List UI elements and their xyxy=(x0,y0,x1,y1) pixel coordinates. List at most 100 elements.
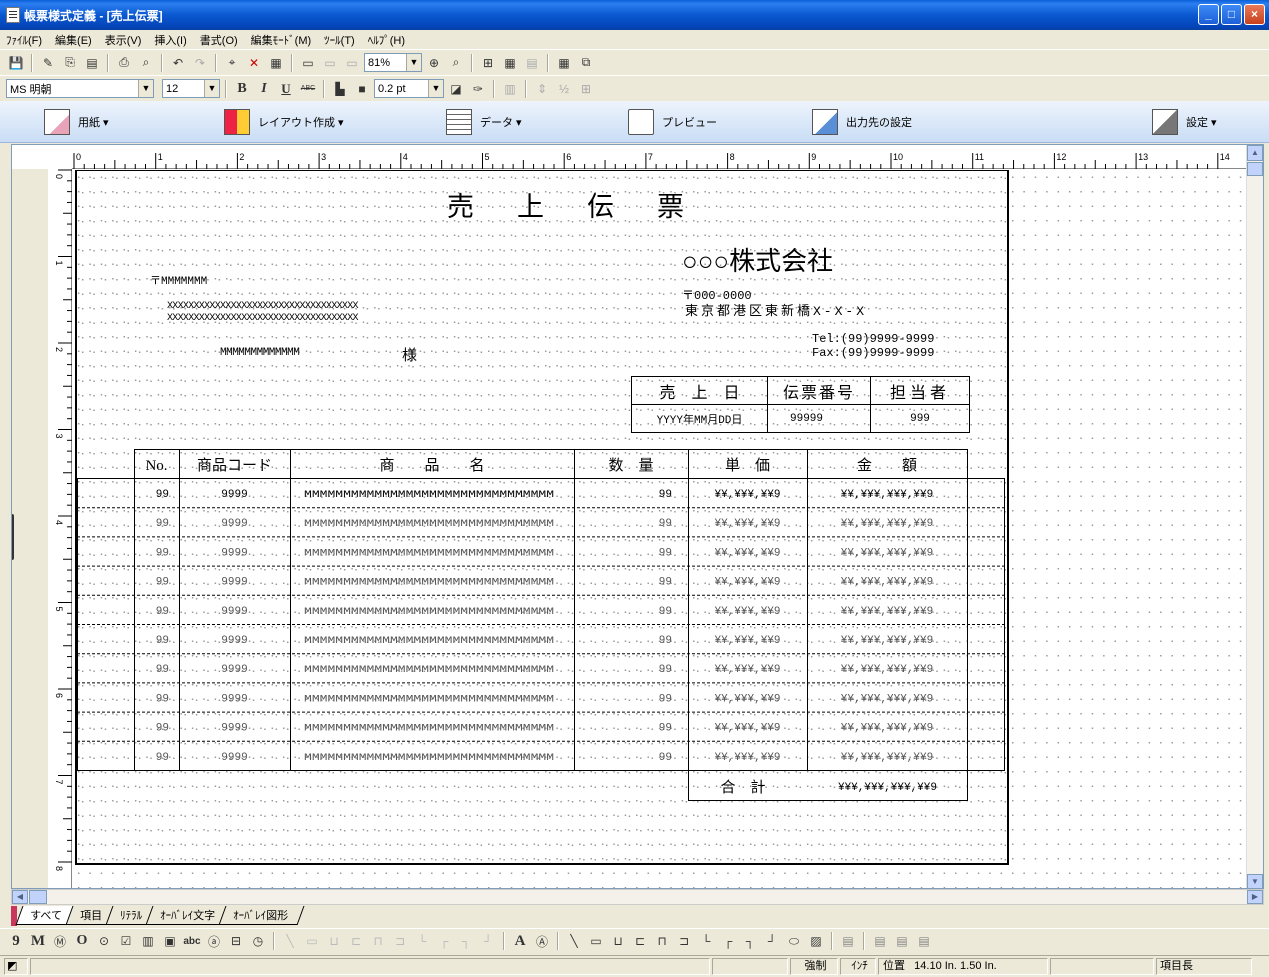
undo-icon[interactable]: ↶ xyxy=(168,53,188,73)
align-icon[interactable]: ▭ xyxy=(320,53,340,73)
company-name[interactable]: ○○○株式会社 xyxy=(682,241,833,278)
edit-icon[interactable]: ✎ xyxy=(38,53,58,73)
page-icon[interactable]: ▤ xyxy=(522,53,542,73)
bracket-left-icon[interactable]: ⊏ xyxy=(630,931,650,951)
print-icon[interactable]: ⎙ xyxy=(114,53,134,73)
menu-format[interactable]: 書式(O) xyxy=(200,32,238,48)
table-icon[interactable]: ▦ xyxy=(500,53,520,73)
ellipse-icon[interactable]: ⬭ xyxy=(784,931,804,951)
list-icon[interactable]: ▤ xyxy=(838,931,858,951)
company-tel[interactable]: Tel:(99)9999-9999 xyxy=(812,332,934,346)
align2-icon[interactable]: ▭ xyxy=(342,53,362,73)
menu-help[interactable]: ﾍﾙﾌﾟ(H) xyxy=(368,32,405,48)
italic-button[interactable]: I xyxy=(254,79,274,99)
rect-icon[interactable]: ▭ xyxy=(586,931,606,951)
grid-small-icon[interactable]: ⊞ xyxy=(576,79,596,99)
tab-overlay-shape[interactable]: ｵｰﾊﾞﾚｲ図形 xyxy=(218,906,305,925)
close-button[interactable]: × xyxy=(1244,4,1265,25)
clock-icon[interactable]: ◷ xyxy=(248,931,268,951)
grid-icon[interactable]: ⊞ xyxy=(478,53,498,73)
menu-file[interactable]: ﾌｧｲﾙ(F) xyxy=(6,32,42,48)
circle-item-icon[interactable]: O xyxy=(72,931,92,951)
honorific-label[interactable]: 様 xyxy=(402,344,417,365)
print-preview-icon[interactable]: ⌕ xyxy=(136,53,156,73)
menu-tools[interactable]: ﾂｰﾙ(T) xyxy=(324,32,355,48)
overlay-boxed-a-icon[interactable]: Ⓐ xyxy=(532,931,552,951)
corner-bl-icon[interactable]: └ xyxy=(696,931,716,951)
column-icon[interactable]: ▥ xyxy=(500,79,520,99)
address-line1-field[interactable]: XXXXXXXXXXXXXXXXXXXXXXXXXXXXXXXXXXXX xyxy=(167,301,359,313)
corner-br-icon[interactable]: ┘ xyxy=(762,931,782,951)
numeric-item-icon[interactable]: 9 xyxy=(6,931,26,951)
data-button[interactable]: データ ▾ xyxy=(446,109,522,135)
form-title[interactable]: 売 上 伝 票 xyxy=(447,185,692,224)
underline-button[interactable]: U xyxy=(276,79,296,99)
bold-button[interactable]: B xyxy=(232,79,252,99)
design-canvas[interactable]: 売 上 伝 票 ○○○株式会社 〒MMMMMMM XXXXXXXXXXXXXXX… xyxy=(73,170,1248,888)
scroll-up-icon[interactable]: ▲ xyxy=(1247,145,1263,161)
scroll-right-icon[interactable]: ▶ xyxy=(1247,890,1263,904)
text-item-icon[interactable]: M xyxy=(28,931,48,951)
select-tool-icon[interactable]: ⌖ xyxy=(222,53,242,73)
checkbox-item-icon[interactable]: ☑ xyxy=(116,931,136,951)
ratio-icon[interactable]: ½ xyxy=(554,79,574,99)
frame-icon[interactable]: ▭ xyxy=(298,53,318,73)
company-address[interactable]: 東京都港区東新橋X-X-X xyxy=(685,300,867,319)
barcode-icon[interactable]: ▥ xyxy=(138,931,158,951)
preview-button[interactable]: プレビュー xyxy=(628,109,717,135)
bracket-bottom-icon[interactable]: ⊔ xyxy=(608,931,628,951)
line-icon[interactable]: ╲ xyxy=(564,931,584,951)
overlay-text-icon[interactable]: A xyxy=(510,931,530,951)
redo-icon[interactable]: ↷ xyxy=(190,53,210,73)
boxed-text-icon[interactable]: Ⓜ xyxy=(50,931,70,951)
boxed-a-icon[interactable]: ⓐ xyxy=(204,931,224,951)
menu-edit-mode[interactable]: 編集ﾓｰﾄﾞ(M) xyxy=(251,32,312,48)
delete-tool-icon[interactable]: ✕ xyxy=(244,53,264,73)
sales-date-value[interactable]: YYYY年MM月DD日 xyxy=(631,404,768,433)
scroll-thumb[interactable] xyxy=(1247,162,1263,176)
scroll-thumb-horizontal[interactable] xyxy=(29,890,47,904)
fill-icon[interactable]: ▙ xyxy=(330,79,350,99)
bracket-top-icon[interactable]: ⊓ xyxy=(652,931,672,951)
paper-button[interactable]: 用紙 ▾ xyxy=(44,109,109,135)
font-name-select[interactable]: MS 明朝 ▼ xyxy=(6,79,154,98)
font-size-select[interactable]: 12 ▼ xyxy=(162,79,220,98)
line-width-select[interactable]: 0.2 pt ▼ xyxy=(374,79,444,98)
menu-view[interactable]: 表示(V) xyxy=(105,32,142,48)
chevron-down-icon[interactable]: ▼ xyxy=(138,80,153,97)
layout-button[interactable]: レイアウト作成 ▾ xyxy=(224,109,344,135)
document-icon[interactable]: ▤ xyxy=(82,53,102,73)
strikethrough-button[interactable]: ABC xyxy=(298,79,318,99)
properties-icon[interactable]: ▦ xyxy=(266,53,286,73)
form-page[interactable]: 売 上 伝 票 ○○○株式会社 〒MMMMMMM XXXXXXXXXXXXXXX… xyxy=(75,170,1009,865)
pointer-icon[interactable]: ✑ xyxy=(468,79,488,99)
corner-tr-icon[interactable]: ┐ xyxy=(740,931,760,951)
open-icon[interactable]: ⎘ xyxy=(60,53,80,73)
picture-icon[interactable]: ▨ xyxy=(806,931,826,951)
zoom-select[interactable]: 81% ▼ xyxy=(364,53,422,72)
postal-code-field[interactable]: 〒MMMMMMM xyxy=(150,272,207,288)
chevron-down-icon[interactable]: ▼ xyxy=(428,80,443,97)
settings-button[interactable]: 設定 ▾ xyxy=(1152,109,1217,135)
layout-b-icon[interactable]: ▤ xyxy=(892,931,912,951)
staff-header[interactable]: 担当者 xyxy=(870,376,970,405)
literal-text-icon[interactable]: abc xyxy=(182,931,202,951)
address-line2-field[interactable]: XXXXXXXXXXXXXXXXXXXXXXXXXXXXXXXXXXXX xyxy=(167,313,359,325)
output-settings-button[interactable]: 出力先の設定 xyxy=(812,109,912,135)
layout-c-icon[interactable]: ▤ xyxy=(914,931,934,951)
chevron-down-icon[interactable]: ▼ xyxy=(406,54,421,71)
line-color-icon[interactable]: ◪ xyxy=(446,79,466,99)
menu-insert[interactable]: 挿入(I) xyxy=(154,32,186,48)
move-icon[interactable]: ⇕ xyxy=(532,79,552,99)
table-item-icon[interactable]: ⊟ xyxy=(226,931,246,951)
save-icon[interactable]: 💾 xyxy=(6,53,26,73)
vertical-scrollbar[interactable]: ▲ ▼ xyxy=(1246,145,1263,888)
horizontal-scrollbar[interactable]: ◀ ▶ xyxy=(11,889,1264,905)
slip-number-value[interactable]: 99999 xyxy=(767,404,871,433)
copy-window-icon[interactable]: ⧉ xyxy=(576,53,596,73)
slip-number-header[interactable]: 伝票番号 xyxy=(767,376,871,405)
radio-item-icon[interactable]: ⊙ xyxy=(94,931,114,951)
corner-tl-icon[interactable]: ┌ xyxy=(718,931,738,951)
maximize-button[interactable]: □ xyxy=(1221,4,1242,25)
image-item-icon[interactable]: ▣ xyxy=(160,931,180,951)
